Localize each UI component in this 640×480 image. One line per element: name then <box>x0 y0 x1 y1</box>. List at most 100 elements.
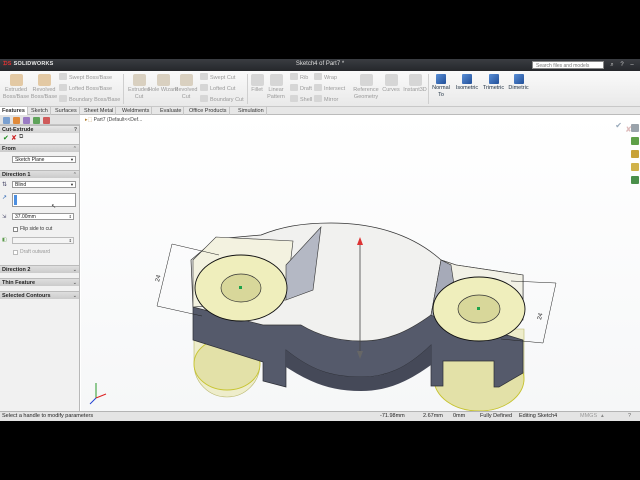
dimetric-icon <box>513 74 524 84</box>
file-explorer-icon[interactable] <box>631 150 639 158</box>
draft-button[interactable]: Draft <box>290 84 312 94</box>
title-bar: ᗪS SOLIDWORKS Sketch4 of Part7 * Search f… <box>0 59 640 71</box>
rib-button[interactable]: Rib <box>290 73 308 83</box>
lofted-cut-button[interactable]: Lofted Cut <box>200 84 235 94</box>
minimize-icon[interactable]: – <box>628 61 636 69</box>
fillet-icon <box>250 74 264 86</box>
depth-icon: ⇲ <box>2 214 7 220</box>
tab-simulation[interactable]: Simulation <box>236 107 267 115</box>
dimension-right-value[interactable]: 24 <box>537 312 544 320</box>
boundary-cut-button[interactable]: Boundary Cut <box>200 95 244 105</box>
help-icon[interactable]: ? <box>618 61 626 69</box>
wrap-button[interactable]: Wrap <box>314 73 337 83</box>
tab-sketch[interactable]: Sketch <box>29 107 51 115</box>
status-units[interactable]: MMGS <box>580 412 597 421</box>
tab-surfaces[interactable]: Surfaces <box>53 107 80 115</box>
instant3d-icon <box>408 74 422 86</box>
isometric-button[interactable]: Isometric <box>453 74 481 92</box>
chevron-down-icon: ▼ <box>70 182 74 187</box>
units-dropdown-icon[interactable]: ▴ <box>601 412 604 421</box>
display-manager-icon[interactable] <box>43 117 50 124</box>
shell-icon <box>290 95 298 102</box>
linear-pattern-button[interactable]: Linear Pattern <box>264 74 288 101</box>
depth-input[interactable]: 37.00mm ⇕ <box>12 213 74 220</box>
confirmation-cancel-icon[interactable]: ✘ <box>625 125 632 134</box>
trimetric-button[interactable]: Trimetric <box>480 74 507 92</box>
property-manager-icon[interactable] <box>13 117 20 124</box>
boundary-icon <box>59 95 67 102</box>
flip-side-checkbox[interactable] <box>13 227 18 232</box>
tab-evaluate[interactable]: Evaluate <box>158 107 185 115</box>
direction2-section-header[interactable]: Direction 2 ⌄ <box>0 265 79 273</box>
feature-title-bar: Cut-Extrude ? <box>0 125 79 133</box>
help-icon[interactable]: ? <box>628 412 631 421</box>
design-library-icon[interactable] <box>631 137 639 145</box>
graphics-area[interactable]: ▸⬚ Part7 (Default<<Def... 24 24 ✔ ✘ <box>81 115 640 411</box>
revolved-cut-button[interactable]: Revolved Cut <box>171 74 201 101</box>
chevron-down-icon: ▼ <box>70 157 74 162</box>
status-y: 2.67mm <box>423 413 443 419</box>
draft-outward-checkbox[interactable] <box>13 250 18 255</box>
ok-check-icon[interactable]: ✔ <box>3 134 9 142</box>
feature-manager-icon[interactable] <box>3 117 10 124</box>
status-x: -71.98mm <box>380 413 405 419</box>
normal-to-button[interactable]: Normal To <box>430 74 452 99</box>
model-view[interactable]: 24 24 <box>81 115 640 411</box>
swept-boss-button[interactable]: Swept Boss/Base <box>59 73 112 83</box>
resources-icon[interactable] <box>631 124 639 132</box>
solidworks-window: ᗪS SOLIDWORKS Sketch4 of Part7 * Search f… <box>0 59 640 421</box>
tab-features[interactable]: Features <box>0 107 28 115</box>
hole-wizard-icon <box>156 74 170 86</box>
draft-angle-input[interactable]: ⇕ <box>12 237 74 244</box>
dimxpert-icon[interactable] <box>33 117 40 124</box>
help-icon[interactable]: ? <box>74 126 77 134</box>
axis-triad-icon <box>89 383 107 405</box>
search-input[interactable]: Search files and models <box>532 61 604 69</box>
reverse-direction-icon[interactable]: ⇅ <box>2 181 7 188</box>
curves-button[interactable]: Curves <box>380 74 402 94</box>
from-combo[interactable]: Sketch Plane ▼ <box>12 156 76 163</box>
swept-cut-icon <box>200 73 208 80</box>
tab-sheet-metal[interactable]: Sheet Metal <box>82 107 117 115</box>
mirror-button[interactable]: Mirror <box>314 95 338 105</box>
lofted-cut-icon <box>200 84 208 91</box>
chevron-down-icon: ⌄ <box>72 293 77 299</box>
trimetric-icon <box>488 74 499 84</box>
direction1-section-header[interactable]: Direction 1 ⌃ <box>0 170 79 178</box>
reference-geometry-button[interactable]: Reference Geometry <box>350 74 382 101</box>
spin-arrows-icon[interactable]: ⇕ <box>69 214 72 220</box>
swept-cut-button[interactable]: Swept Cut <box>200 73 235 83</box>
tab-weldments[interactable]: Weldments <box>120 107 153 115</box>
loft-icon <box>59 84 67 91</box>
cancel-x-icon[interactable]: ✘ <box>11 134 17 142</box>
from-section-header[interactable]: From ⌃ <box>0 144 79 152</box>
status-z: 0mm <box>453 413 466 419</box>
tab-office-products[interactable]: Office Products <box>187 107 230 115</box>
instant3d-button[interactable]: Instant3D <box>402 74 428 94</box>
appearances-icon[interactable] <box>631 176 639 184</box>
reference-geometry-icon <box>359 74 373 86</box>
boundary-cut-icon <box>200 95 208 102</box>
shell-button[interactable]: Shell <box>290 95 312 105</box>
end-condition-combo[interactable]: Blind ▼ <box>12 181 76 188</box>
revolved-boss-button[interactable]: Revolved Boss/Base <box>29 74 59 101</box>
app-logo[interactable]: ᗪS SOLIDWORKS <box>3 61 54 68</box>
direction-selection-box[interactable] <box>12 193 76 207</box>
intersect-button[interactable]: Intersect <box>314 84 345 94</box>
search-icon[interactable]: ⌕ <box>608 61 616 69</box>
draft-icon[interactable]: ◧ <box>2 237 7 243</box>
ds-logo-icon: ᗪS <box>3 61 12 67</box>
extruded-boss-button[interactable]: Extruded Boss/Base <box>1 74 31 101</box>
dimetric-button[interactable]: Dimetric <box>505 74 532 92</box>
detailed-preview-icon[interactable]: ⧉ <box>19 134 23 141</box>
thin-feature-section-header[interactable]: Thin Feature ⌄ <box>0 278 79 286</box>
configuration-manager-icon[interactable] <box>23 117 30 124</box>
dimension-left-value[interactable]: 24 <box>155 274 162 282</box>
confirmation-check-icon[interactable]: ✔ <box>615 121 622 130</box>
lofted-boss-button[interactable]: Lofted Boss/Base <box>59 84 112 94</box>
mouse-cursor-icon: ↖ <box>51 204 57 210</box>
view-palette-icon[interactable] <box>631 163 639 171</box>
selected-contours-section-header[interactable]: Selected Contours ⌄ <box>0 291 79 299</box>
boundary-boss-button[interactable]: Boundary Boss/Base <box>59 95 120 105</box>
command-manager-tabs: Features Sketch Surfaces Sheet Metal Wel… <box>0 107 640 115</box>
